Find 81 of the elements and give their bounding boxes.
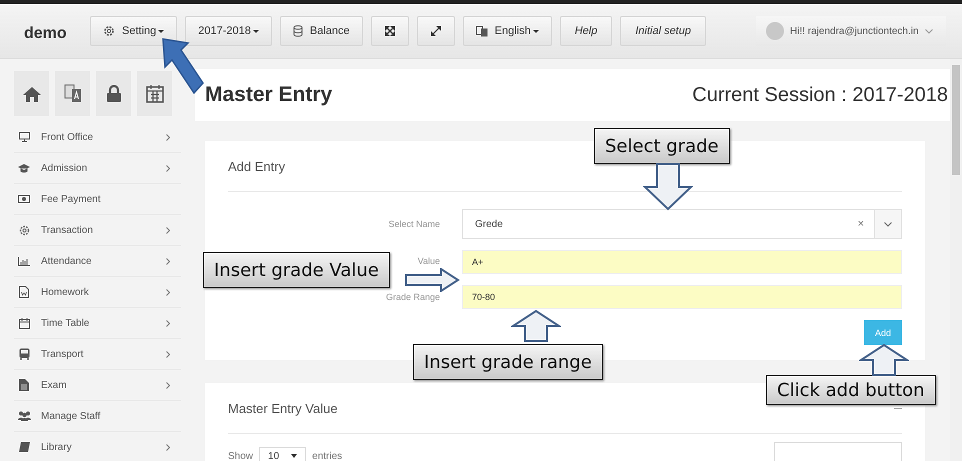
card-title: Master Entry Value [228, 400, 338, 416]
callout-label: Insert grade range [413, 344, 603, 380]
translate-icon [476, 26, 488, 36]
money-icon [17, 195, 31, 203]
chevron-down-icon [884, 222, 892, 226]
entries-label: entries [312, 450, 342, 461]
sidebar-item[interactable]: Transaction [14, 215, 181, 246]
callout-arrow [859, 344, 909, 376]
translate-icon [64, 84, 82, 104]
calendar-icon [146, 84, 164, 103]
callout-arrow [511, 310, 561, 342]
chevron-right-icon [166, 320, 171, 326]
page-title: Master Entry [205, 83, 332, 107]
sidebar-item[interactable]: Fee Payment [14, 184, 181, 215]
avatar-icon [766, 22, 784, 40]
caret-icon [291, 454, 298, 458]
gear-icon [17, 224, 31, 236]
toolbar-button[interactable]: Setting [90, 16, 178, 46]
file-icon [17, 379, 31, 391]
sidebar-item[interactable]: Attendance [14, 246, 181, 277]
toolbar-button[interactable]: 2017-2018 [185, 16, 272, 46]
chevron-right-icon [166, 258, 171, 264]
input-field[interactable]: 70-80 [462, 285, 902, 309]
caret-icon [158, 30, 164, 32]
select-field[interactable]: Grede × [462, 209, 902, 239]
lock-button[interactable] [96, 71, 131, 116]
chevron-right-icon [166, 288, 171, 296]
callout-arrow [405, 268, 460, 292]
bus-icon [17, 348, 31, 360]
input-field[interactable]: A+ [462, 250, 902, 274]
home-icon [22, 86, 40, 102]
field-label: Value [418, 256, 440, 266]
translate-button[interactable] [55, 71, 90, 116]
sidebar-item[interactable]: Homework [14, 277, 181, 308]
home-button[interactable] [14, 71, 49, 116]
chevron-right-icon [166, 226, 171, 234]
toolbar-button[interactable]: Balance [280, 16, 363, 46]
chevron-down-icon [924, 28, 933, 34]
caret-icon [252, 30, 259, 32]
session-label: Current Session : 2017-2018 [692, 84, 948, 106]
database-icon [292, 25, 303, 37]
callout-label: Click add button [766, 375, 936, 405]
callout-label: Insert grade Value [203, 252, 390, 288]
gear-icon [103, 25, 115, 37]
sidebar-item[interactable]: Manage Staff [14, 401, 181, 432]
chevron-right-icon [166, 134, 171, 140]
expand-icon [384, 26, 395, 36]
sidebar-item[interactable]: Admission [14, 153, 181, 184]
sidebar-item[interactable]: Library [14, 432, 181, 461]
show-label: Show [228, 450, 254, 461]
cap-icon [17, 164, 31, 172]
caret-icon [532, 30, 539, 32]
doc-icon [17, 286, 31, 298]
chevron-right-icon [166, 444, 171, 450]
sidebar-item[interactable]: Exam [14, 370, 181, 401]
calendar-button[interactable] [137, 71, 172, 116]
field-label: Grade Range [386, 292, 440, 302]
users-icon [17, 411, 31, 421]
chart-icon [17, 256, 31, 266]
brand-name: demo [24, 25, 68, 43]
chevron-right-icon [166, 382, 171, 388]
fullscreen-button[interactable] [370, 16, 409, 46]
toolbar-button[interactable]: English [462, 16, 552, 46]
pointer-arrow [162, 38, 204, 94]
sidebar-item[interactable]: Transport [14, 339, 181, 370]
monitor-icon [17, 132, 31, 142]
field-label: Select Name [388, 219, 440, 229]
toolbar-button[interactable]: Help [560, 16, 612, 46]
clear-button[interactable]: × [858, 218, 864, 230]
chevron-right-icon [166, 164, 171, 172]
card-title: Add Entry [228, 158, 286, 174]
diagonal-arrows-icon [430, 26, 441, 36]
calendar-icon [17, 318, 31, 328]
resize-button[interactable] [416, 16, 455, 46]
callout-label: Select grade [594, 128, 730, 164]
page-size-select[interactable]: 10 [259, 446, 306, 461]
sidebar-item[interactable]: Time Table [14, 308, 181, 339]
lock-icon [106, 85, 120, 102]
chevron-right-icon [166, 350, 171, 358]
toolbar-button[interactable]: Initial setup [620, 16, 706, 46]
sidebar-item[interactable]: Front Office [14, 122, 181, 153]
